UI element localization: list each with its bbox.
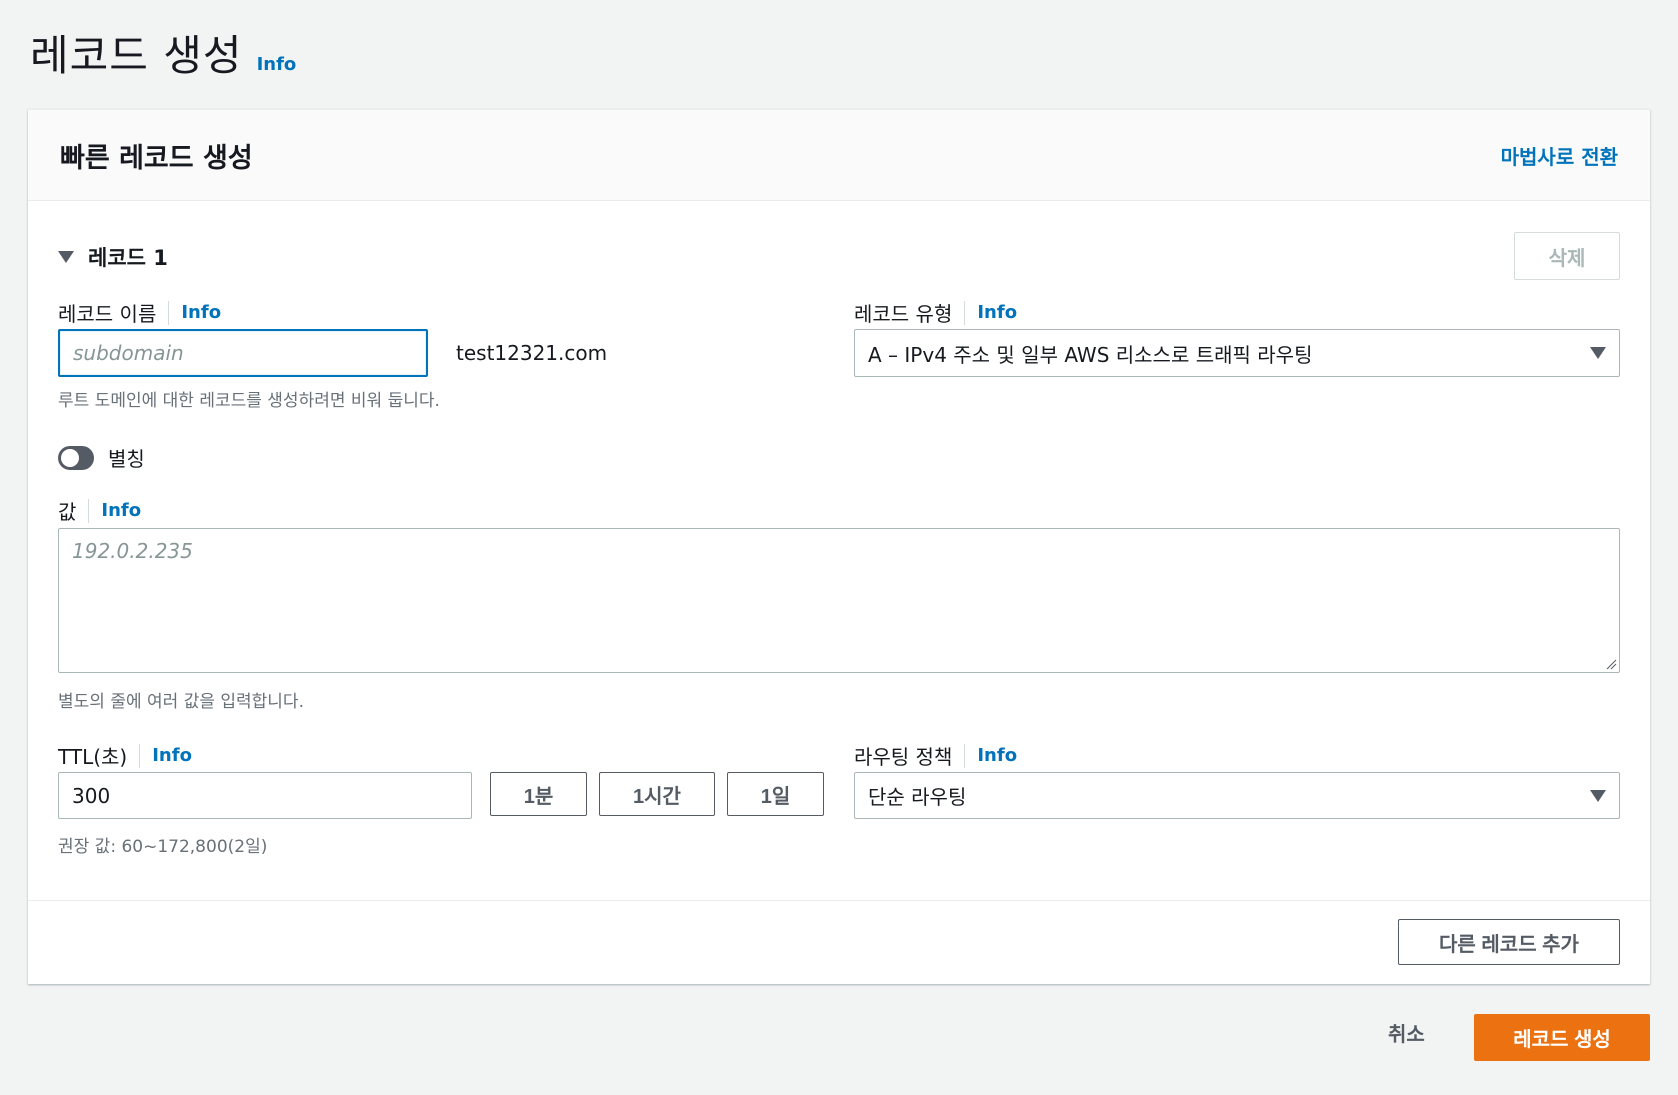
routing-policy-selected: 단순 라우팅	[868, 785, 967, 809]
resize-grip-icon[interactable]	[1605, 658, 1617, 670]
caret-down-icon	[1590, 347, 1606, 359]
switch-to-wizard-link[interactable]: 마법사로 전환	[1501, 141, 1618, 170]
label-separator	[964, 300, 966, 325]
ttl-1day-button[interactable]: 1일	[727, 772, 824, 816]
value-info-link[interactable]: Info	[101, 500, 141, 521]
record-name-input[interactable]: subdomain	[58, 329, 428, 377]
panel-footer: 다른 레코드 추가	[28, 900, 1650, 985]
record-type-label-row: 레코드 유형 Info	[854, 298, 1017, 327]
record-expand-toggle[interactable]: 레코드 1	[58, 242, 168, 272]
ttl-label: TTL(초)	[58, 745, 128, 769]
record-type-label: 레코드 유형	[854, 302, 953, 326]
ttl-value: 300	[72, 783, 111, 808]
quick-create-panel: 빠른 레코드 생성 마법사로 전환 레코드 1 삭제 레코드 이름 Info s…	[28, 109, 1650, 984]
ttl-1hour-button[interactable]: 1시간	[599, 772, 715, 816]
record-type-select[interactable]: A – IPv4 주소 및 일부 AWS 리소스로 트래픽 라우팅	[854, 329, 1620, 377]
page-header: 레코드 생성 Info	[30, 22, 296, 83]
record-type-selected: A – IPv4 주소 및 일부 AWS 리소스로 트래픽 라우팅	[868, 342, 1313, 367]
page-info-link[interactable]: Info	[257, 54, 297, 75]
routing-label: 라우팅 정책	[854, 745, 953, 769]
panel-title: 빠른 레코드 생성	[60, 142, 253, 174]
value-label-row: 값 Info	[58, 496, 141, 525]
delete-button[interactable]: 삭제	[1514, 232, 1620, 280]
label-separator	[139, 743, 141, 768]
ttl-info-link[interactable]: Info	[152, 745, 192, 766]
ttl-hint: 권장 값: 60~172,800(2일)	[58, 837, 268, 857]
record-name-label-row: 레코드 이름 Info	[58, 298, 221, 327]
record-heading: 레코드 1	[88, 246, 168, 270]
ttl-1min-button[interactable]: 1분	[490, 772, 587, 816]
panel-header: 빠른 레코드 생성 마법사로 전환	[28, 110, 1650, 201]
label-separator	[168, 300, 170, 325]
value-textarea[interactable]: 192.0.2.235	[58, 528, 1620, 673]
routing-label-row: 라우팅 정책 Info	[854, 741, 1017, 770]
record-name-info-link[interactable]: Info	[181, 302, 221, 323]
record-name-label: 레코드 이름	[58, 302, 157, 326]
alias-label: 별칭	[108, 447, 145, 471]
cancel-button[interactable]: 취소	[1388, 1018, 1425, 1047]
record-name-placeholder: subdomain	[73, 341, 184, 365]
ttl-input[interactable]: 300	[58, 772, 472, 819]
label-separator	[964, 743, 966, 768]
add-another-record-button[interactable]: 다른 레코드 추가	[1398, 919, 1620, 965]
value-label: 값	[58, 500, 77, 524]
ttl-label-row: TTL(초) Info	[58, 741, 192, 770]
toggle-knob	[61, 449, 79, 467]
caret-down-icon	[58, 251, 74, 263]
value-placeholder: 192.0.2.235	[72, 539, 193, 563]
create-records-button[interactable]: 레코드 생성	[1474, 1014, 1650, 1061]
label-separator	[88, 498, 90, 523]
page-title: 레코드 생성	[30, 31, 243, 80]
record-type-info-link[interactable]: Info	[977, 302, 1017, 323]
record-section: 레코드 1 삭제 레코드 이름 Info subdomain test12321…	[28, 202, 1650, 922]
alias-toggle[interactable]	[58, 446, 94, 470]
routing-info-link[interactable]: Info	[977, 745, 1017, 766]
value-hint: 별도의 줄에 여러 값을 입력합니다.	[58, 692, 304, 712]
record-name-hint: 루트 도메인에 대한 레코드를 생성하려면 비워 둡니다.	[58, 391, 440, 411]
routing-policy-select[interactable]: 단순 라우팅	[854, 772, 1620, 819]
caret-down-icon	[1590, 789, 1606, 802]
domain-suffix: test12321.com	[456, 341, 608, 365]
